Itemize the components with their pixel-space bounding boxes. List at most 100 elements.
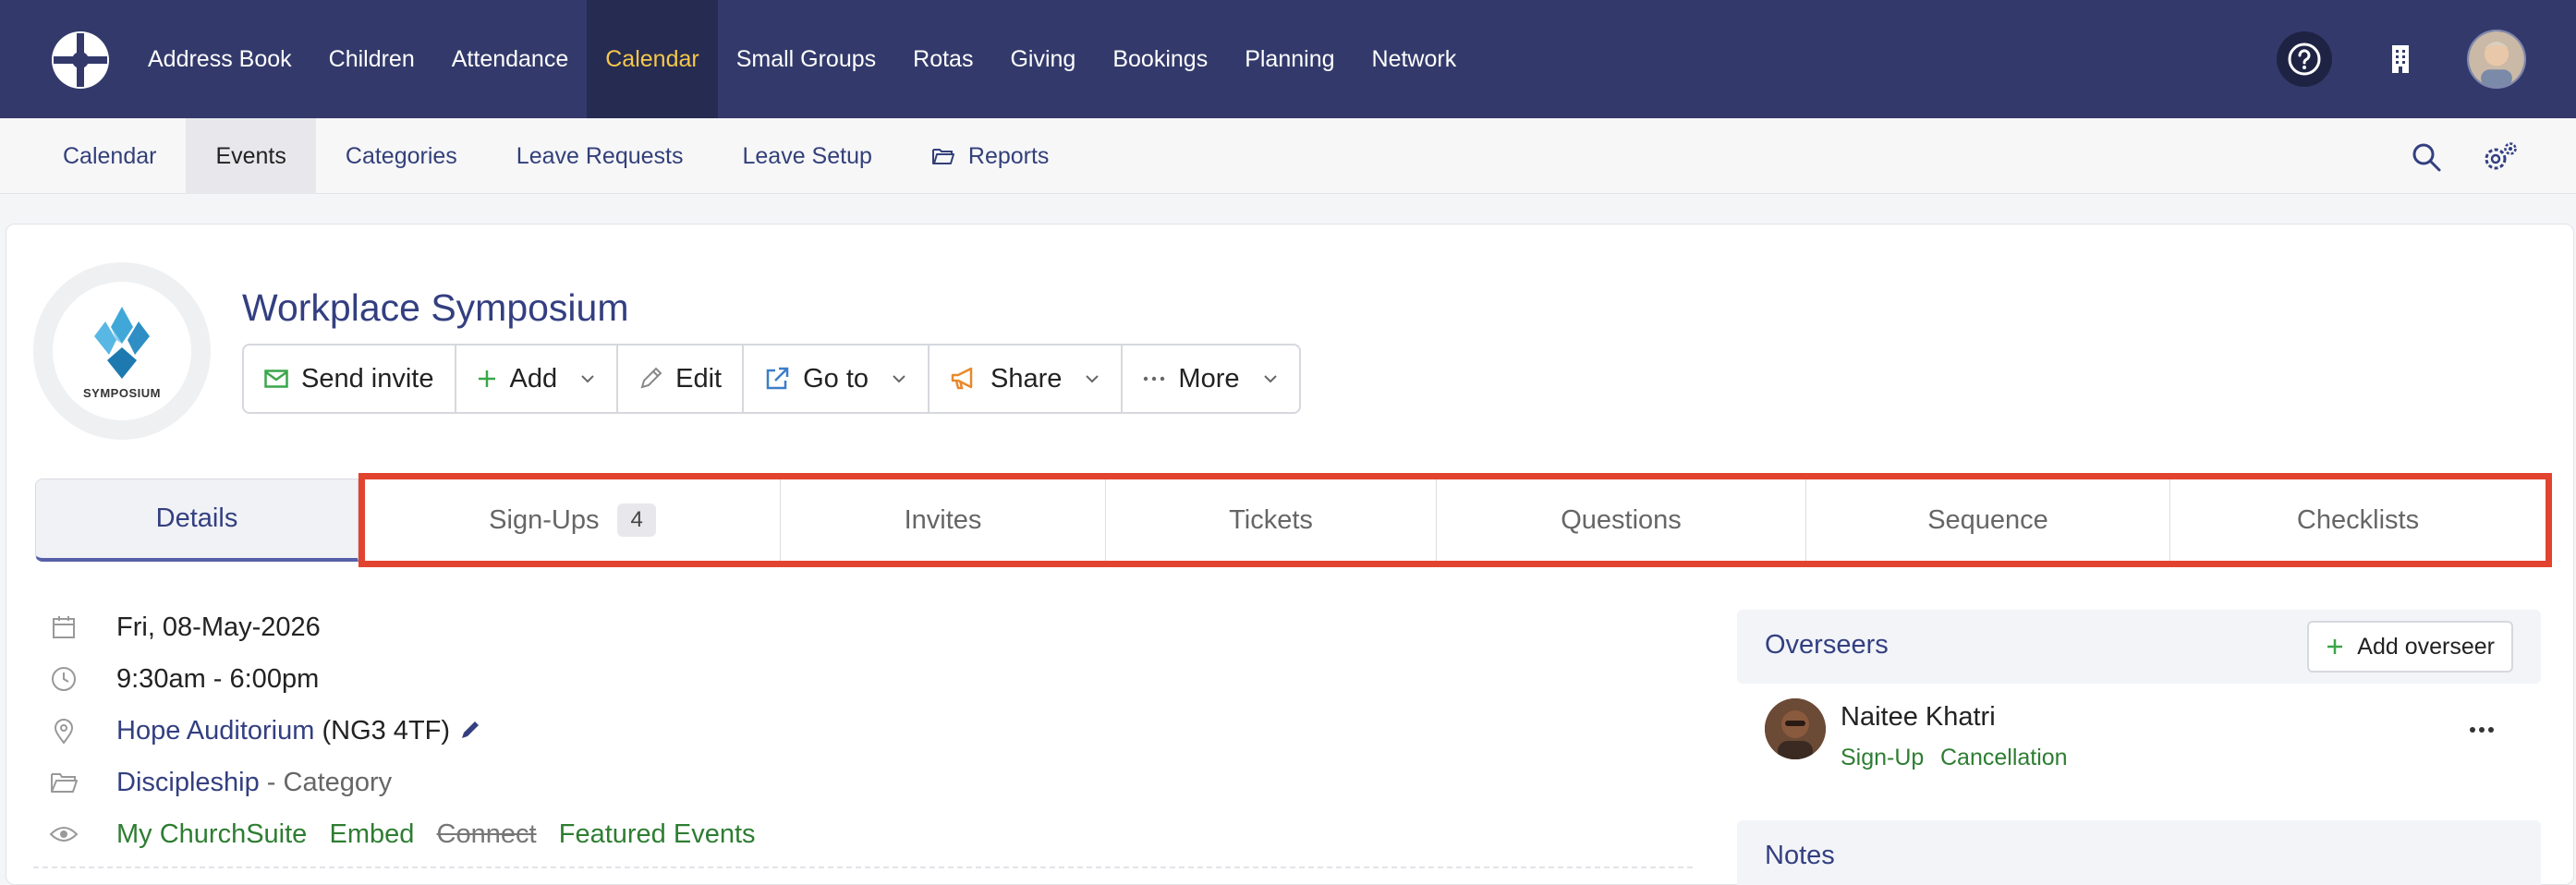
- tab-sequence[interactable]: Sequence: [1806, 479, 2170, 561]
- nav-network[interactable]: Network: [1354, 0, 1476, 118]
- go-to-label: Go to: [803, 363, 869, 394]
- highlighted-tabs-group: Sign-Ups 4 Invites Tickets Questions Seq…: [358, 473, 2552, 567]
- tab-sign-ups-label: Sign-Ups: [489, 504, 600, 535]
- subnav-leave-requests[interactable]: Leave Requests: [487, 118, 713, 194]
- tab-details[interactable]: Details: [35, 479, 358, 562]
- event-action-toolbar: Send invite Add Edit Go to Share More: [242, 344, 1301, 414]
- tab-invites[interactable]: Invites: [781, 479, 1106, 561]
- event-category-text: Discipleship - Category: [116, 768, 392, 798]
- event-logo-inner: SYMPOSIUM: [53, 282, 191, 420]
- overseer-cancellation-link[interactable]: Cancellation: [1940, 745, 2068, 771]
- share-dropdown-button[interactable]: Share: [930, 346, 1124, 412]
- envelope-icon: [264, 370, 288, 388]
- folder-open-icon: [51, 773, 78, 793]
- event-date: Fri, 08-May-2026: [116, 612, 321, 642]
- tab-checklists[interactable]: Checklists: [2170, 479, 2546, 561]
- event-date-row: Fri, 08-May-2026: [48, 612, 321, 643]
- nav-calendar[interactable]: Calendar: [587, 0, 718, 118]
- send-invite-button[interactable]: Send invite: [244, 346, 456, 412]
- share-label: Share: [990, 363, 1063, 394]
- my-churchsuite-visibility: My ChurchSuite: [116, 818, 308, 849]
- send-invite-label: Send invite: [301, 363, 434, 394]
- nav-rotas[interactable]: Rotas: [894, 0, 991, 118]
- pencil-edit-icon[interactable]: [457, 717, 483, 743]
- nav-small-groups[interactable]: Small Groups: [718, 0, 894, 118]
- overseers-title: Overseers: [1765, 630, 1889, 660]
- chevron-down-icon: [581, 375, 594, 383]
- notes-title: Notes: [1765, 841, 1835, 870]
- overseer-avatar: [1765, 698, 1826, 759]
- connect-visibility: Connect: [436, 818, 537, 849]
- folder-open-icon: [931, 149, 954, 164]
- event-title: Workplace Symposium: [242, 286, 629, 329]
- event-logo-text: SYMPOSIUM: [83, 385, 161, 400]
- location-postcode: (NG3 4TF): [322, 715, 451, 746]
- settings-gear-icon[interactable]: [2480, 137, 2521, 177]
- nav-address-book[interactable]: Address Book: [129, 0, 310, 118]
- subnav-categories[interactable]: Categories: [316, 118, 487, 194]
- sign-ups-count-badge: 4: [617, 503, 656, 537]
- more-label: More: [1178, 363, 1240, 394]
- add-dropdown-button[interactable]: Add: [456, 346, 619, 412]
- add-overseer-button[interactable]: Add overseer: [2307, 621, 2513, 673]
- event-location-text: Hope Auditorium (NG3 4TF): [116, 716, 483, 746]
- plus-icon: [2327, 639, 2343, 654]
- overseers-panel-header: Overseers Add overseer: [1737, 610, 2541, 684]
- subnav-reports[interactable]: Reports: [902, 118, 1079, 194]
- overseer-more-options-icon[interactable]: [2469, 709, 2495, 741]
- notes-panel-header: Notes: [1737, 820, 2541, 885]
- eye-icon: [49, 827, 79, 842]
- event-visibility-text: My ChurchSuite Embed Connect Featured Ev…: [116, 819, 756, 850]
- event-logo: SYMPOSIUM: [33, 262, 211, 440]
- more-dropdown-button[interactable]: More: [1123, 346, 1298, 412]
- top-navigation: Address Book Children Attendance Calenda…: [0, 0, 2576, 118]
- tab-tickets[interactable]: Tickets: [1106, 479, 1437, 561]
- calendar-icon: [53, 616, 75, 638]
- event-time-row: 9:30am - 6:00pm: [48, 663, 319, 695]
- event-location-row: Hope Auditorium (NG3 4TF): [48, 715, 480, 746]
- calendar-submenu: Calendar Events Categories Leave Request…: [33, 118, 1078, 194]
- featured-events-visibility: Featured Events: [558, 818, 756, 849]
- edit-button[interactable]: Edit: [618, 346, 745, 412]
- search-icon[interactable]: [2406, 137, 2447, 177]
- subnav-leave-setup[interactable]: Leave Setup: [712, 118, 901, 194]
- overseer-signup-link[interactable]: Sign-Up: [1841, 745, 1924, 771]
- main-menu: Address Book Children Attendance Calenda…: [129, 0, 1475, 118]
- plus-icon: [478, 370, 495, 387]
- add-label: Add: [509, 363, 558, 394]
- subnav-calendar[interactable]: Calendar: [33, 118, 186, 194]
- organisation-building-icon[interactable]: [2373, 31, 2428, 87]
- external-link-icon: [766, 367, 789, 390]
- help-icon[interactable]: [2277, 31, 2332, 87]
- nav-bookings[interactable]: Bookings: [1094, 0, 1226, 118]
- event-category-row: Discipleship - Category: [48, 767, 392, 798]
- location-link[interactable]: Hope Auditorium: [116, 716, 314, 746]
- category-suffix: - Category: [266, 767, 393, 797]
- chevron-down-icon: [1263, 375, 1277, 383]
- details-divider: [33, 867, 1693, 868]
- category-link[interactable]: Discipleship: [116, 768, 260, 797]
- nav-giving[interactable]: Giving: [991, 0, 1094, 118]
- subnav-events[interactable]: Events: [186, 118, 316, 194]
- embed-visibility: Embed: [329, 818, 415, 849]
- subnav-reports-label: Reports: [967, 142, 1050, 169]
- overseer-name[interactable]: Naitee Khatri: [1841, 702, 1996, 733]
- nav-attendance[interactable]: Attendance: [433, 0, 588, 118]
- clock-icon: [52, 667, 76, 691]
- megaphone-icon: [951, 367, 973, 390]
- nav-children[interactable]: Children: [310, 0, 433, 118]
- event-time: 9:30am - 6:00pm: [116, 663, 320, 694]
- churchsuite-logo-icon[interactable]: [50, 30, 111, 91]
- ellipsis-icon: [1144, 376, 1165, 382]
- user-avatar[interactable]: [2467, 30, 2526, 89]
- tab-sign-ups[interactable]: Sign-Ups 4: [365, 479, 781, 561]
- add-overseer-label: Add overseer: [2357, 633, 2495, 660]
- symposium-crystal-icon: [94, 306, 150, 379]
- map-pin-icon: [54, 719, 74, 745]
- edit-label: Edit: [675, 363, 723, 394]
- tab-questions[interactable]: Questions: [1437, 479, 1806, 561]
- sub-navigation: Calendar Events Categories Leave Request…: [0, 118, 2576, 194]
- nav-planning[interactable]: Planning: [1226, 0, 1353, 118]
- go-to-dropdown-button[interactable]: Go to: [744, 346, 930, 412]
- chevron-down-icon: [1086, 375, 1100, 383]
